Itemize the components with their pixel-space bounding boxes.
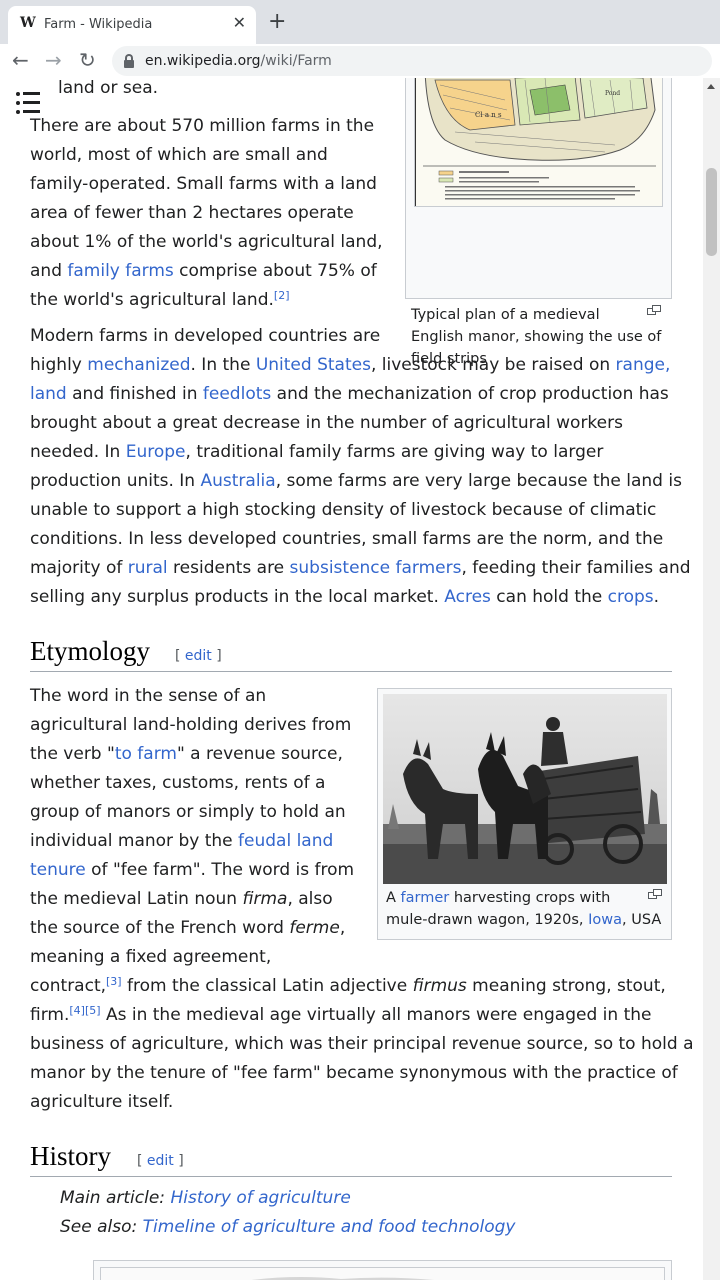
url-text: en.wikipedia.org/wiki/Farm [145, 53, 332, 69]
edit-section-link: [ edit ] [175, 648, 222, 664]
heading-etymology-title: Etymology [30, 636, 150, 666]
link-feudal-land-tenure[interactable]: feudal land [238, 831, 333, 851]
reference-4[interactable]: [4] [69, 1004, 85, 1017]
link-united-states[interactable]: United States [256, 355, 371, 375]
svg-text:Pond: Pond [605, 90, 620, 97]
link-acres[interactable]: Acres [444, 587, 491, 607]
heading-history-title: History [30, 1141, 111, 1171]
link-australia[interactable]: Australia [200, 471, 275, 491]
page-content: land or sea. Cl a n s Pond Typical plan … [0, 78, 703, 1280]
tab-strip: W Farm - Wikipedia ✕ + [0, 0, 720, 44]
forward-button[interactable]: → [45, 47, 62, 73]
reload-button[interactable]: ↻ [79, 47, 96, 73]
link-subsistence-farmers[interactable]: subsistence farmers [290, 558, 462, 578]
hatnote-see-also: See also: Timeline of agriculture and fo… [60, 1217, 516, 1237]
table-of-contents-icon[interactable] [16, 92, 42, 114]
link-mechanized[interactable]: mechanized [87, 355, 190, 375]
close-icon[interactable]: ✕ [233, 13, 246, 32]
edit-history-button[interactable]: edit [147, 1153, 174, 1169]
svg-text:Cl a n s: Cl a n s [475, 111, 502, 119]
reference-5[interactable]: [5] [85, 1004, 101, 1017]
link-timeline-of-agriculture[interactable]: Timeline of agriculture and food technol… [143, 1217, 516, 1237]
paragraph-modern-farms: Modern farms in developed countries are … [30, 326, 691, 607]
heading-etymology: Etymology [ edit ] [30, 636, 672, 672]
wikipedia-favicon-icon: W [20, 15, 36, 31]
hatnote-main-article: Main article: History of agriculture [60, 1188, 351, 1208]
link-to-farm[interactable]: to farm [115, 744, 177, 764]
scrollbar-thumb[interactable] [706, 168, 717, 256]
history-image[interactable] [100, 1267, 665, 1280]
link-range-land[interactable]: range, [616, 355, 671, 375]
link-feudal-land-tenure-2[interactable]: tenure [30, 860, 86, 880]
browser-tab[interactable]: W Farm - Wikipedia ✕ [8, 6, 256, 44]
url-input[interactable]: en.wikipedia.org/wiki/Farm [112, 46, 712, 76]
paragraph-farms-count: There are about 570 million farms in the… [30, 116, 383, 310]
link-range-land-2[interactable]: land [30, 384, 67, 404]
lock-icon[interactable] [124, 54, 134, 68]
edit-etymology-button[interactable]: edit [185, 648, 212, 664]
link-europe[interactable]: Europe [126, 442, 186, 462]
history-figure [93, 1260, 672, 1280]
edit-section-link: [ edit ] [137, 1153, 184, 1169]
plus-icon[interactable]: + [268, 11, 286, 33]
reference-2[interactable]: [2] [274, 289, 290, 302]
link-family-farms[interactable]: family farms [67, 261, 173, 281]
reference-3[interactable]: [3] [106, 975, 122, 988]
scrollbar[interactable] [703, 78, 720, 1280]
link-crops[interactable]: crops [608, 587, 654, 607]
link-rural[interactable]: rural [128, 558, 168, 578]
back-button[interactable]: ← [12, 47, 29, 73]
link-feedlots[interactable]: feedlots [203, 384, 271, 404]
link-history-of-agriculture[interactable]: History of agriculture [170, 1188, 350, 1208]
intro-tail: land or sea. [58, 78, 159, 98]
manor-plan-image[interactable]: Cl a n s Pond [414, 78, 663, 207]
manor-figure: Cl a n s Pond Typical plan of a medieval… [405, 78, 672, 367]
address-bar: ← → ↻ en.wikipedia.org/wiki/Farm [0, 44, 720, 78]
tab-title: Farm - Wikipedia [44, 17, 153, 32]
paragraph-etymology: The word in the sense of an agricultural… [30, 686, 694, 1112]
heading-history: History [ edit ] [30, 1141, 672, 1177]
scroll-up-arrow-icon[interactable] [707, 84, 715, 89]
